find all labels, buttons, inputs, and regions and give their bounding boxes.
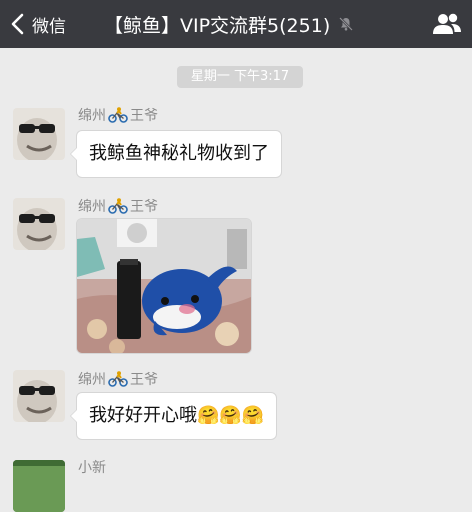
avatar-photo [13, 460, 65, 512]
avatar[interactable] [13, 460, 65, 512]
avatar[interactable] [13, 198, 65, 250]
avatar-photo [13, 108, 65, 160]
avatar[interactable] [13, 108, 65, 160]
sender-name: 小新 [78, 460, 106, 476]
sender-name: 绵州 王爷 [78, 107, 158, 124]
chat-title: 【鲸鱼】VIP交流群5(251) [104, 10, 354, 38]
mute-bell-icon [339, 17, 354, 31]
message-bubble[interactable]: 我好好开心哦🤗🤗🤗 [69, 392, 278, 440]
sender-name: 绵州 王爷 [78, 198, 158, 215]
avatar-photo [13, 370, 65, 422]
cyclist-icon [108, 198, 128, 214]
message-list[interactable]: 星期一 下午3:17 绵州 王爷 我鲸鱼神秘礼物收到了 绵州 王爷 绵州 王爷 … [0, 48, 472, 512]
timestamp-pill: 星期一 下午3:17 [177, 66, 303, 88]
whale-plush-photo [77, 219, 251, 353]
chevron-left-icon [11, 13, 24, 35]
group-members-icon[interactable] [432, 11, 462, 37]
message-text: 我好好开心哦 [89, 405, 197, 426]
sender-name: 绵州 王爷 [78, 371, 158, 388]
chat-title-text: 【鲸鱼】VIP交流群5(251) [104, 14, 331, 37]
back-button[interactable]: 微信 [8, 8, 66, 40]
navigation-bar: 微信 【鲸鱼】VIP交流群5(251) [0, 0, 472, 48]
message-bubble[interactable]: 我鲸鱼神秘礼物收到了 [70, 130, 282, 178]
hug-emoji: 🤗🤗🤗 [197, 405, 265, 426]
image-message[interactable] [76, 218, 252, 354]
cyclist-icon [108, 371, 128, 387]
back-label: 微信 [32, 16, 66, 37]
avatar-photo [13, 198, 65, 250]
avatar[interactable] [13, 370, 65, 422]
cyclist-icon [108, 107, 128, 123]
